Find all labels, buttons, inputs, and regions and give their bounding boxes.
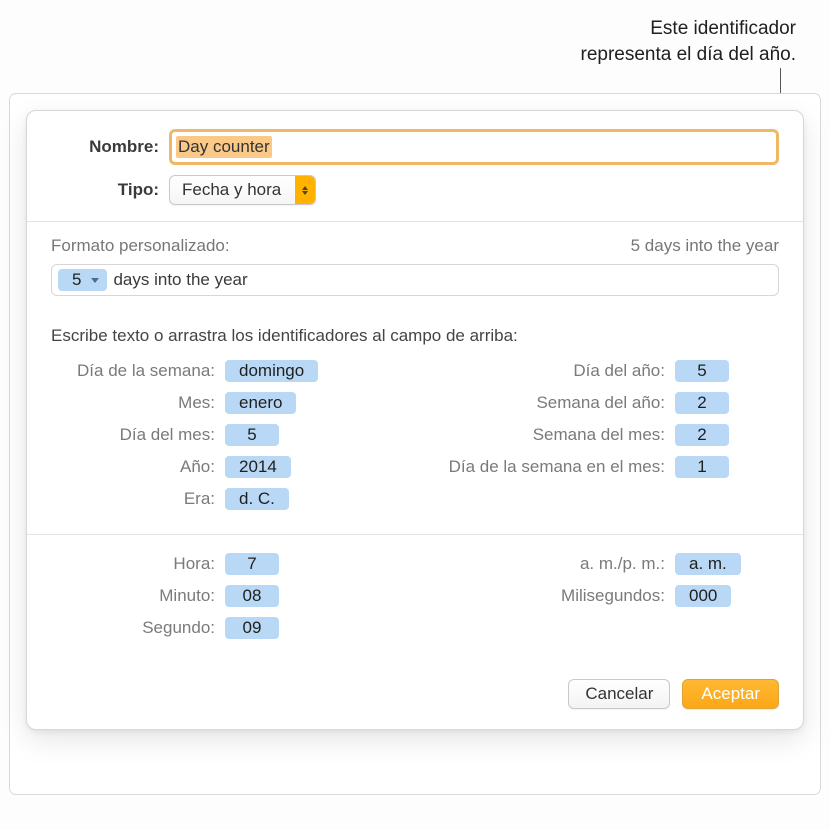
callout-text: Este identificador representa el día del… xyxy=(456,16,796,67)
label-year: Año: xyxy=(51,457,225,477)
token-day-of-month[interactable]: 5 xyxy=(225,424,279,446)
token-day-of-week[interactable]: domingo xyxy=(225,360,318,382)
format-token-day-of-year[interactable]: 5 xyxy=(58,269,107,291)
label-hour: Hora: xyxy=(51,554,225,574)
token-milliseconds[interactable]: 000 xyxy=(675,585,731,607)
instruction-text: Escribe texto o arrastra los identificad… xyxy=(27,310,803,356)
label-weekday-in-month: Día de la semana en el mes: xyxy=(415,457,675,477)
custom-format-label: Formato personalizado: xyxy=(51,236,230,256)
token-day-of-year[interactable]: 5 xyxy=(675,360,729,382)
cancel-button[interactable]: Cancelar xyxy=(568,679,670,709)
label-ampm: a. m./p. m.: xyxy=(415,554,675,574)
token-ampm[interactable]: a. m. xyxy=(675,553,741,575)
token-hour[interactable]: 7 xyxy=(225,553,279,575)
token-week-of-month[interactable]: 2 xyxy=(675,424,729,446)
token-weekday-in-month[interactable]: 1 xyxy=(675,456,729,478)
label-era: Era: xyxy=(51,489,225,509)
token-second[interactable]: 09 xyxy=(225,617,279,639)
name-label: Nombre: xyxy=(51,137,169,157)
label-week-of-month: Semana del mes: xyxy=(415,425,675,445)
custom-format-field[interactable]: 5 days into the year xyxy=(51,264,779,296)
name-field[interactable]: Day counter xyxy=(169,129,779,165)
label-month: Mes: xyxy=(51,393,225,413)
label-day-of-year: Día del año: xyxy=(415,361,675,381)
label-milliseconds: Milisegundos: xyxy=(415,586,675,606)
stepper-icon xyxy=(295,176,315,204)
type-popup[interactable]: Fecha y hora xyxy=(169,175,316,205)
label-minute: Minuto: xyxy=(51,586,225,606)
type-popup-value: Fecha y hora xyxy=(170,180,295,200)
name-field-selection: Day counter xyxy=(176,136,272,158)
type-label: Tipo: xyxy=(51,180,169,200)
custom-format-dialog: Nombre: Day counter Tipo: Fecha y hora F… xyxy=(26,110,804,730)
token-minute[interactable]: 08 xyxy=(225,585,279,607)
token-era[interactable]: d. C. xyxy=(225,488,289,510)
token-month[interactable]: enero xyxy=(225,392,296,414)
custom-format-preview: 5 days into the year xyxy=(631,236,779,256)
label-second: Segundo: xyxy=(51,618,225,638)
chevron-down-icon xyxy=(91,278,99,283)
token-week-of-year[interactable]: 2 xyxy=(675,392,729,414)
label-day-of-week: Día de la semana: xyxy=(51,361,225,381)
label-week-of-year: Semana del año: xyxy=(415,393,675,413)
ok-button[interactable]: Aceptar xyxy=(682,679,779,709)
format-suffix-text: days into the year xyxy=(113,270,247,290)
label-day-of-month: Día del mes: xyxy=(51,425,225,445)
token-year[interactable]: 2014 xyxy=(225,456,291,478)
